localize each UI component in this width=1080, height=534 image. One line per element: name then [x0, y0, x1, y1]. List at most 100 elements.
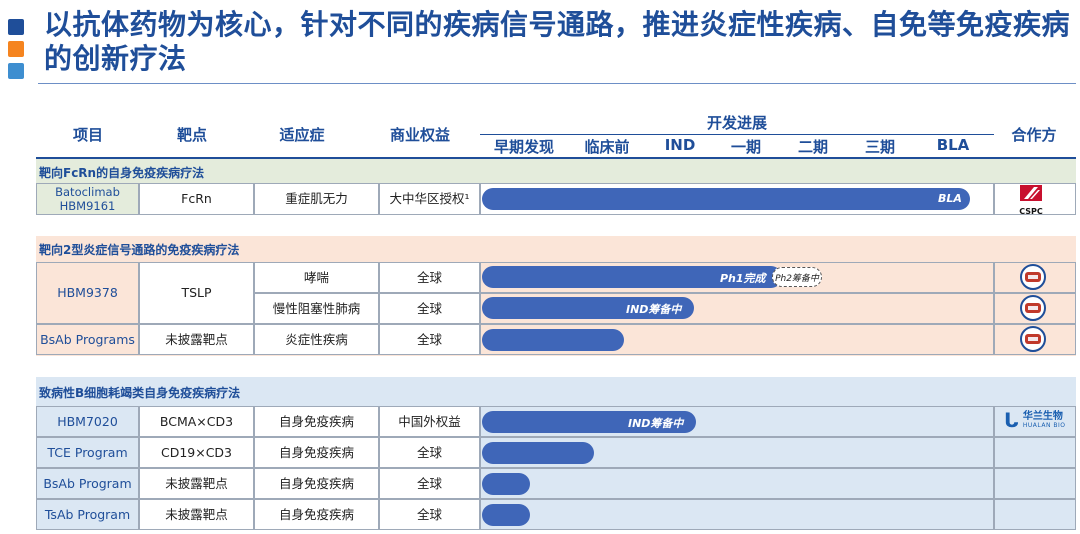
target-tslp: TSLP — [181, 285, 212, 300]
cell-rights-copd: 全球 — [379, 293, 480, 324]
bullet-square-orange — [8, 41, 24, 57]
cell-project-bsab-programs: BsAb Programs — [36, 324, 139, 355]
project-name-hbm7020: HBM7020 — [57, 413, 118, 429]
header-stage-0: 早期发现 — [493, 138, 555, 156]
rights-bsab-program: 全球 — [416, 475, 442, 491]
header-stage-1: 临床前 — [584, 138, 630, 156]
target-undisclosed: 未披露靶点 — [165, 331, 228, 347]
bullet-square-blue — [8, 19, 24, 35]
header-progress: 开发进展 — [706, 114, 768, 132]
header-stage-2: IND — [664, 136, 696, 154]
cell-target-undisclosed-3: 未披露靶点 — [139, 499, 254, 530]
cell-indication-asthma: 哮喘 — [254, 262, 379, 293]
cell-progress-tsab-program — [480, 499, 994, 530]
partner-seal-icon — [1020, 264, 1046, 290]
cell-rights-hbm7020: 中国外权益 — [379, 406, 480, 437]
cell-indication-autoimmune-2: 自身免疫疾病 — [254, 437, 379, 468]
hualan-logo-text: 华兰生物 — [1022, 411, 1063, 422]
cell-rights-gc: 大中华区授权¹ — [379, 183, 480, 215]
indication-mg: 重症肌无力 — [285, 191, 348, 206]
target-undisclosed-3: 未披露靶点 — [165, 506, 228, 522]
section-title-fcrn: 靶向FcRn的自身免疫疾病疗法 — [39, 166, 205, 180]
hualan-logo: ᒐ 华兰生物 HUALAN BIO — [1004, 408, 1066, 432]
cell-project-tce: TCE Program — [36, 437, 139, 468]
header-stage-5: 三期 — [864, 138, 896, 156]
page-title: 以抗体药物为核心，针对不同的疾病信号通路，推进炎症性疾病、自免等免疫疾病的创新疗… — [44, 8, 1071, 75]
indication-autoimmune-1: 自身免疫疾病 — [278, 413, 354, 429]
bar-label-ind-prep-hbm7020: IND筹备中 — [628, 417, 684, 430]
cell-target-tslp: TSLP — [139, 262, 254, 324]
project-name-bsab-programs: BsAb Programs — [40, 331, 135, 347]
partner-seal-icon — [1020, 295, 1046, 321]
rights-hbm7020: 中国外权益 — [398, 413, 461, 429]
bar-label-bla: BLA — [938, 192, 962, 205]
header-indication: 适应症 — [279, 126, 325, 144]
progress-bar-hbm9161 — [482, 188, 970, 210]
header-stage-6: BLA — [936, 136, 970, 154]
cell-target-undisclosed: 未披露靶点 — [139, 324, 254, 355]
bar-label-ph1-complete: Ph1完成 — [720, 272, 766, 285]
header-stage-3: 一期 — [730, 138, 762, 156]
target-fcrn: FcRn — [181, 191, 212, 206]
indication-copd: 慢性阻塞性肺病 — [272, 300, 361, 316]
target-bcma: BCMA×CD3 — [159, 413, 234, 429]
target-undisclosed-2: 未披露靶点 — [165, 475, 228, 491]
progress-header-rule — [480, 134, 994, 135]
title-divider — [38, 83, 1076, 84]
section-title-type2: 靶向2型炎症信号通路的免疫疾病疗法 — [39, 243, 240, 257]
project-name-tce: TCE Program — [47, 444, 128, 460]
cell-rights-asthma: 全球 — [379, 262, 480, 293]
progress-bar-bsab-programs — [482, 329, 624, 351]
rights-bsab-programs: 全球 — [416, 331, 442, 347]
indication-autoimmune-3: 自身免疫疾病 — [278, 475, 354, 491]
cell-indication-copd: 慢性阻塞性肺病 — [254, 293, 379, 324]
rights-tsab-program: 全球 — [416, 506, 442, 522]
project-name-bsab-program: BsAb Program — [43, 475, 132, 491]
progress-bar-tce — [482, 442, 594, 464]
next-stage-ph2-box: Ph2筹备中 — [772, 267, 822, 287]
cell-target-bcma: BCMA×CD3 — [139, 406, 254, 437]
cell-indication-autoimmune-4: 自身免疫疾病 — [254, 499, 379, 530]
indication-autoimmune-2: 自身免疫疾病 — [278, 444, 354, 460]
cell-rights-tsab-program: 全球 — [379, 499, 480, 530]
bar-label-ind-prep-copd: IND筹备中 — [626, 303, 682, 316]
cell-progress-bsab-program — [480, 468, 994, 499]
section-title-bcell: 致病性B细胞耗竭类自身免疫疾病疗法 — [39, 386, 241, 400]
cspc-logo-text: CSPC — [1019, 207, 1043, 216]
cell-target-fcrn: FcRn — [139, 183, 254, 215]
cell-rights-tce: 全球 — [379, 437, 480, 468]
rights-gc: 大中华区授权¹ — [389, 191, 470, 206]
indication-asthma: 哮喘 — [303, 269, 329, 285]
cell-target-cd19: CD19×CD3 — [139, 437, 254, 468]
cell-partner-tsab-program — [994, 499, 1076, 530]
cell-indication-autoimmune-3: 自身免疫疾病 — [254, 468, 379, 499]
cspc-logo: CSPC — [1018, 185, 1044, 216]
cell-indication-autoimmune-1: 自身免疫疾病 — [254, 406, 379, 437]
header-project: 项目 — [72, 126, 104, 144]
hualan-logo-subtext: HUALAN BIO — [1022, 422, 1066, 429]
rights-tce: 全球 — [416, 444, 442, 460]
indication-inflammatory: 炎症性疾病 — [285, 331, 348, 347]
cell-project-hbm9378: HBM9378 — [36, 262, 139, 324]
rights-copd: 全球 — [416, 300, 442, 316]
cell-project-tsab-program: TsAb Program — [36, 499, 139, 530]
target-cd19: CD19×CD3 — [160, 444, 233, 460]
indication-autoimmune-4: 自身免疫疾病 — [278, 506, 354, 522]
hualan-mark-icon: ᒐ — [1004, 408, 1019, 432]
cell-indication-inflammatory: 炎症性疾病 — [254, 324, 379, 355]
bullet-square-lightblue — [8, 63, 24, 79]
project-name-hbm9161: Batoclimab HBM9161 — [55, 185, 120, 213]
partner-seal-icon — [1020, 326, 1046, 352]
cell-rights-bsab-programs: 全球 — [379, 324, 480, 355]
rights-asthma: 全球 — [416, 269, 442, 285]
cell-partner-bsab-program — [994, 468, 1076, 499]
project-name-tsab-program: TsAb Program — [44, 506, 131, 522]
cell-project-hbm9161: Batoclimab HBM9161 — [36, 183, 139, 215]
header-rights: 商业权益 — [389, 126, 451, 144]
header-target: 靶点 — [176, 126, 208, 144]
cell-rights-bsab-program: 全球 — [379, 468, 480, 499]
next-stage-ph2-label: Ph2筹备中 — [775, 273, 819, 284]
header-stage-4: 二期 — [797, 138, 829, 156]
cell-indication-mg: 重症肌无力 — [254, 183, 379, 215]
cell-target-undisclosed-2: 未披露靶点 — [139, 468, 254, 499]
